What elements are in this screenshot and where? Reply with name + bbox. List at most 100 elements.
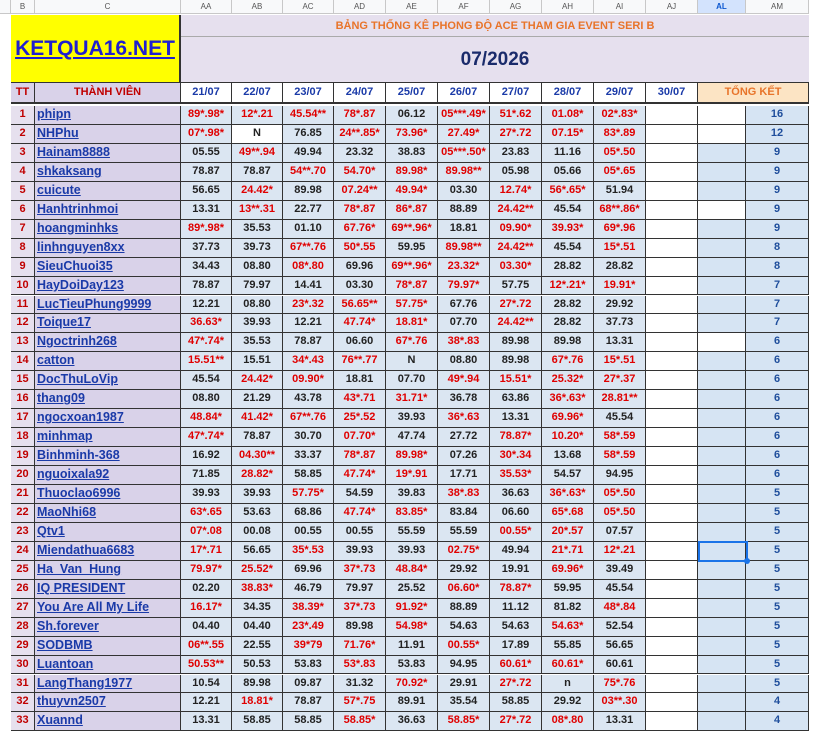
result-cell[interactable]: 05*.50 [594, 503, 646, 523]
row-number-cell[interactable]: 12 [11, 314, 35, 334]
result-cell[interactable]: 56.65** [334, 295, 386, 315]
result-cell[interactable]: 00.55 [334, 522, 386, 542]
result-cell[interactable]: 83.85* [386, 503, 438, 523]
result-cell[interactable]: 07.70 [386, 371, 438, 391]
result-cell[interactable]: 43*.71 [334, 390, 386, 410]
selected-cell-indicator[interactable] [698, 540, 748, 562]
result-cell[interactable]: 60.61 [594, 655, 646, 675]
result-cell[interactable]: 05.98 [490, 162, 542, 182]
result-cell[interactable]: 67.76* [334, 219, 386, 239]
result-cell[interactable]: 89.98* [386, 447, 438, 467]
result-cell[interactable]: 35.53 [232, 333, 283, 353]
blank-cell-al[interactable] [698, 617, 746, 637]
row-number-cell[interactable]: 4 [11, 162, 35, 182]
result-cell[interactable]: 09.90* [490, 219, 542, 239]
total-cell[interactable]: 6 [746, 333, 809, 353]
result-cell[interactable] [646, 693, 698, 713]
row-number-cell[interactable]: 25 [11, 560, 35, 580]
result-cell[interactable]: 34.43 [181, 257, 232, 277]
column-header-aa[interactable]: AA [181, 0, 232, 14]
result-cell[interactable]: 21.29 [232, 390, 283, 410]
total-cell[interactable]: 5 [746, 617, 809, 637]
result-cell[interactable] [646, 485, 698, 504]
result-cell[interactable] [646, 541, 698, 561]
result-cell[interactable]: 36*.63 [438, 409, 490, 429]
total-cell[interactable]: 7 [746, 295, 809, 315]
member-name-link[interactable]: Xuannd [35, 712, 181, 732]
result-cell[interactable]: 89.98 [542, 333, 594, 353]
result-cell[interactable]: 12*.21 [232, 106, 283, 125]
column-header-af[interactable]: AF [438, 0, 490, 14]
result-cell[interactable]: 34.35 [232, 598, 283, 618]
member-name-link[interactable]: ngocxoan1987 [35, 409, 181, 429]
member-name-link[interactable]: catton [35, 352, 181, 372]
result-cell[interactable]: 89.98 [490, 333, 542, 353]
result-cell[interactable]: 07.70* [334, 428, 386, 448]
result-cell[interactable]: 78.87 [181, 162, 232, 182]
result-cell[interactable]: 89.98 [490, 352, 542, 372]
total-cell[interactable]: 8 [746, 238, 809, 258]
member-name-link[interactable]: shkaksang [35, 162, 181, 182]
row-number-cell[interactable]: 21 [11, 485, 35, 504]
blank-cell-al[interactable] [698, 106, 746, 125]
result-cell[interactable]: 28.82 [594, 257, 646, 277]
result-cell[interactable]: 51.94 [594, 181, 646, 201]
row-number-cell[interactable]: 10 [11, 276, 35, 296]
row-number-cell[interactable]: 28 [11, 617, 35, 637]
result-cell[interactable]: 39.93 [386, 541, 438, 561]
result-cell[interactable]: 23*.32 [283, 295, 334, 315]
result-cell[interactable] [646, 390, 698, 410]
blank-cell-al[interactable] [698, 428, 746, 448]
total-cell[interactable]: 6 [746, 352, 809, 372]
result-cell[interactable]: 18.81* [232, 693, 283, 713]
result-cell[interactable]: 83*.89 [594, 124, 646, 144]
row-number-cell[interactable]: 23 [11, 522, 35, 542]
result-cell[interactable]: 94.95 [438, 655, 490, 675]
result-cell[interactable]: 49.94* [386, 181, 438, 201]
result-cell[interactable]: 78.87 [283, 693, 334, 713]
result-cell[interactable]: 39.93 [181, 485, 232, 504]
result-cell[interactable]: 37.73 [594, 314, 646, 334]
result-cell[interactable]: 63.86 [490, 390, 542, 410]
result-cell[interactable]: 54.63* [542, 617, 594, 637]
column-header-al[interactable]: AL [698, 0, 746, 14]
result-cell[interactable]: 13.31 [181, 200, 232, 220]
result-cell[interactable]: 39*79 [283, 636, 334, 656]
result-cell[interactable]: 36.63 [490, 485, 542, 504]
result-cell[interactable]: 27*.72 [490, 712, 542, 732]
result-cell[interactable]: 38.39* [283, 598, 334, 618]
result-cell[interactable]: 58*.59 [594, 428, 646, 448]
result-cell[interactable]: 17.71 [438, 466, 490, 485]
total-cell[interactable]: 9 [746, 219, 809, 239]
column-header-ag[interactable]: AG [490, 0, 542, 14]
result-cell[interactable]: 58.85 [283, 466, 334, 485]
result-cell[interactable]: 15.51 [232, 352, 283, 372]
result-cell[interactable]: 06.60 [334, 333, 386, 353]
fill-handle[interactable] [744, 557, 750, 564]
row-number-cell[interactable]: 6 [11, 200, 35, 220]
result-cell[interactable]: 08*.80 [542, 712, 594, 732]
result-cell[interactable]: 08.80 [232, 295, 283, 315]
result-cell[interactable]: 75*.76 [594, 674, 646, 694]
result-cell[interactable]: 89.98 [232, 674, 283, 694]
result-cell[interactable]: 69.96* [542, 560, 594, 580]
result-cell[interactable]: 79.97* [438, 276, 490, 296]
result-cell[interactable]: 67**.76 [283, 238, 334, 258]
result-cell[interactable]: 43.78 [283, 390, 334, 410]
header-date-5[interactable]: 26/07 [438, 83, 490, 104]
member-name-link[interactable]: cuicute [35, 181, 181, 201]
result-cell[interactable]: 45.54 [594, 409, 646, 429]
header-date-3[interactable]: 24/07 [334, 83, 386, 104]
result-cell[interactable]: 63*.65 [181, 503, 232, 523]
result-cell[interactable]: 35*.53 [283, 541, 334, 561]
result-cell[interactable]: 02*.83* [594, 106, 646, 125]
result-cell[interactable]: 81.82 [542, 598, 594, 618]
result-cell[interactable]: 38.83* [232, 579, 283, 599]
result-cell[interactable]: 28.82* [232, 466, 283, 485]
total-cell[interactable]: 6 [746, 390, 809, 410]
column-header-ai[interactable]: AI [594, 0, 646, 14]
member-name-link[interactable]: NHPhu [35, 124, 181, 144]
result-cell[interactable]: 68**.86* [594, 200, 646, 220]
result-cell[interactable]: 58.85 [490, 693, 542, 713]
result-cell[interactable]: 48*.84 [594, 598, 646, 618]
